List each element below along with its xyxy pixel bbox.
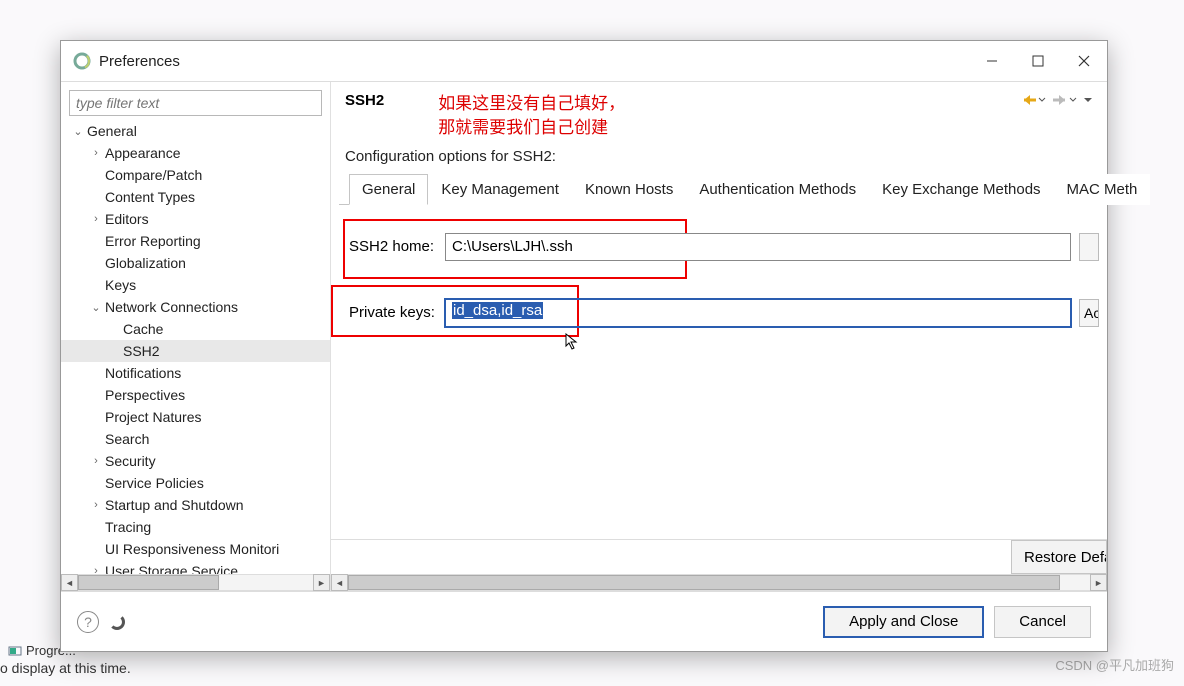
dialog-footer: ? Apply and Close Cancel (61, 591, 1107, 651)
tree-item-label: User Storage Service (105, 563, 238, 574)
tab[interactable]: Authentication Methods (686, 174, 869, 205)
tree-item[interactable]: ›Startup and Shutdown (61, 494, 330, 516)
chevron-down-icon (1069, 96, 1077, 104)
tree-item-label: Appearance (105, 145, 181, 161)
help-icon[interactable]: ? (77, 611, 99, 633)
restore-defaults-button[interactable]: Restore Defau (1011, 540, 1107, 574)
private-keys-input[interactable]: id_dsa,id_rsa (445, 299, 1071, 327)
eclipse-icon (73, 52, 91, 70)
tree-item-label: SSH2 (123, 343, 160, 359)
tree-item[interactable]: ›Editors (61, 208, 330, 230)
tab[interactable]: MAC Meth (1054, 174, 1151, 205)
tree-item[interactable]: Content Types (61, 186, 330, 208)
expand-open-icon: ⌄ (71, 125, 85, 138)
cursor-icon (565, 333, 579, 351)
add-private-key-button[interactable]: Ac (1079, 299, 1099, 327)
expand-closed-icon: › (89, 147, 103, 159)
tree-item-label: Globalization (105, 255, 186, 271)
expand-closed-icon: › (89, 499, 103, 511)
tree-item[interactable]: Compare/Patch (61, 164, 330, 186)
tree-item-label: Tracing (105, 519, 151, 535)
expand-closed-icon: › (89, 455, 103, 467)
tree-item-label: Service Policies (105, 475, 204, 491)
ssh2-home-input[interactable] (445, 233, 1071, 261)
tree-item-label: Cache (123, 321, 163, 337)
tree-item-label: Editors (105, 211, 149, 227)
preferences-tree[interactable]: ⌄General›AppearanceCompare/PatchContent … (61, 120, 330, 574)
tree-item[interactable]: ⌄Network Connections (61, 296, 330, 318)
tree-item-label: Notifications (105, 365, 181, 381)
apply-and-close-button[interactable]: Apply and Close (823, 606, 984, 638)
tree-item[interactable]: Service Policies (61, 472, 330, 494)
import-export-icon[interactable] (109, 614, 125, 630)
right-pane: SSH2 如果这里没有自己填好， 那就需要我们自己创建 (331, 82, 1107, 591)
tree-item-label: Error Reporting (105, 233, 201, 249)
tree-item-label: Search (105, 431, 149, 447)
tree-item[interactable]: ›Security (61, 450, 330, 472)
expand-open-icon: ⌄ (89, 301, 103, 314)
filter-input[interactable] (69, 90, 322, 116)
tree-item[interactable]: SSH2 (61, 340, 330, 362)
display-text: o display at this time. (0, 660, 131, 676)
private-keys-label: Private keys: (349, 304, 445, 321)
maximize-button[interactable] (1015, 45, 1061, 77)
tab[interactable]: Key Management (428, 174, 572, 205)
tree-item-label: Network Connections (105, 299, 238, 315)
page-description: Configuration options for SSH2: (331, 148, 1107, 173)
tree-item[interactable]: Keys (61, 274, 330, 296)
tree-item[interactable]: ›Appearance (61, 142, 330, 164)
expand-closed-icon: › (89, 213, 103, 225)
chevron-down-icon (1038, 96, 1046, 104)
tree-item-label: Project Natures (105, 409, 201, 425)
tree-item[interactable]: Globalization (61, 252, 330, 274)
nav-back-button[interactable] (1021, 93, 1046, 107)
tree-item-label: UI Responsiveness Monitori (105, 541, 279, 557)
close-button[interactable] (1061, 45, 1107, 77)
watermark: CSDN @平凡加班狗 (1055, 655, 1174, 674)
tree-item[interactable]: Cache (61, 318, 330, 340)
tree-item[interactable]: Perspectives (61, 384, 330, 406)
left-hscrollbar[interactable]: ◄► (61, 574, 330, 591)
menu-icon[interactable] (1083, 92, 1093, 108)
titlebar: Preferences (61, 41, 1107, 81)
tree-item[interactable]: Project Natures (61, 406, 330, 428)
tree-item[interactable]: Search (61, 428, 330, 450)
nav-forward-button[interactable] (1052, 93, 1077, 107)
expand-closed-icon: › (89, 565, 103, 574)
browse-button[interactable] (1079, 233, 1099, 261)
tree-item[interactable]: Tracing (61, 516, 330, 538)
preferences-dialog: Preferences ⌄General›AppearanceCompare/P… (60, 40, 1108, 652)
tree-item[interactable]: UI Responsiveness Monitori (61, 538, 330, 560)
minimize-button[interactable] (969, 45, 1015, 77)
right-hscrollbar[interactable]: ◄► (331, 574, 1107, 591)
tree-item-label: Startup and Shutdown (105, 497, 244, 513)
tab[interactable]: Key Exchange Methods (869, 174, 1053, 205)
tree-item-label: Perspectives (105, 387, 185, 403)
tree-item-label: General (87, 123, 137, 139)
tree-item-label: Security (105, 453, 156, 469)
ssh2-home-label: SSH2 home: (349, 238, 445, 255)
annotation-text: 如果这里没有自己填好， 那就需要我们自己创建 (438, 92, 625, 140)
tree-item[interactable]: ⌄General (61, 120, 330, 142)
tree-item[interactable]: ›User Storage Service (61, 560, 330, 574)
tree-item-label: Content Types (105, 189, 195, 205)
tree-item[interactable]: Notifications (61, 362, 330, 384)
tree-item-label: Keys (105, 277, 136, 293)
left-pane: ⌄General›AppearanceCompare/PatchContent … (61, 82, 331, 591)
tab-body: SSH2 home: Private keys: id_dsa,id_rsa A… (331, 205, 1107, 539)
nav-icons (1021, 92, 1093, 108)
tree-item-label: Compare/Patch (105, 167, 202, 183)
cancel-button[interactable]: Cancel (994, 606, 1091, 638)
tab[interactable]: General (349, 174, 428, 205)
tree-item[interactable]: Error Reporting (61, 230, 330, 252)
tab[interactable]: Known Hosts (572, 174, 686, 205)
tabs: GeneralKey ManagementKnown HostsAuthenti… (339, 173, 1099, 205)
page-title: SSH2 (345, 92, 384, 109)
dialog-title: Preferences (99, 53, 969, 70)
